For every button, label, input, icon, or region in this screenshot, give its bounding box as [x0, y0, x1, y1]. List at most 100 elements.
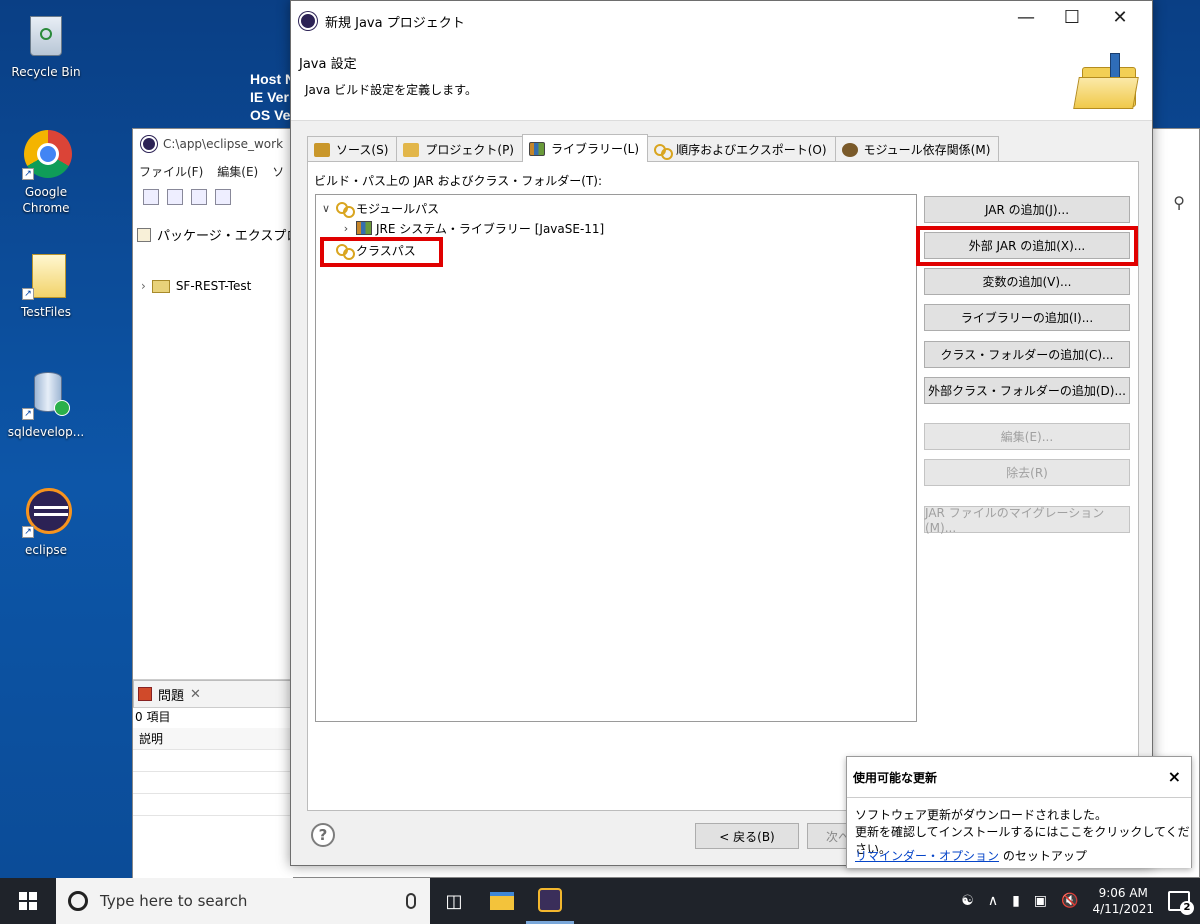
chevron-right-icon[interactable]: ›	[141, 279, 146, 293]
build-path-tabs: ソース(S) プロジェクト(P) ライブラリー(L) 順序およびエクスポート(O…	[307, 134, 1000, 162]
problems-tab-label: 問題	[158, 688, 185, 704]
people-icon[interactable]: ☯	[961, 893, 974, 909]
dialog-header: Java 設定 Java ビルド設定を定義します。	[291, 41, 1152, 121]
tree-item-jre-library[interactable]: › JRE システム・ライブラリー [JavaSE-11]	[340, 219, 604, 237]
desktop-icon-label: sqldevelop...	[7, 425, 85, 439]
dialog-title: 新規 Java プロジェクト	[325, 15, 465, 31]
tab-order-export[interactable]: 順序およびエクスポート(O)	[647, 136, 836, 162]
tab-label: ソース(S)	[336, 143, 389, 157]
remove-button[interactable]: 除去(R)	[924, 459, 1130, 486]
database-icon: ↗	[22, 370, 70, 420]
edit-button[interactable]: 編集(E)...	[924, 423, 1130, 450]
bginfo-line: IE Ver	[250, 89, 289, 105]
save-all-icon[interactable]	[191, 189, 207, 205]
problems-tab[interactable]: 問題 ✕	[133, 680, 294, 708]
menu-file[interactable]: ファイル(F)	[139, 163, 203, 180]
build-path-tree[interactable]: ∨ モジュールパス › JRE システム・ライブラリー [JavaSE-11] …	[315, 194, 917, 722]
add-jar-button[interactable]: JAR の追加(J)...	[924, 196, 1130, 223]
add-variable-button[interactable]: 変数の追加(V)...	[924, 268, 1130, 295]
help-icon[interactable]: ?	[311, 823, 335, 847]
project-folder-icon	[151, 279, 170, 293]
java-project-folder-icon	[1073, 49, 1140, 113]
volume-muted-icon[interactable]: 🔇	[1061, 893, 1078, 909]
tab-module-dependencies[interactable]: モジュール依存関係(M)	[834, 136, 1000, 162]
libraries-panel: ビルド・パス上の JAR およびクラス・フォルダー(T): ∨ モジュールパス …	[307, 161, 1139, 811]
add-library-button[interactable]: ライブラリーの追加(I)...	[924, 304, 1130, 331]
back-button[interactable]: < 戻る(B)	[695, 823, 799, 849]
add-class-folder-button[interactable]: クラス・フォルダーの追加(C)...	[924, 341, 1130, 368]
save-icon[interactable]	[167, 189, 183, 205]
search-icon[interactable]: ⚲	[1173, 193, 1185, 212]
tab-projects[interactable]: プロジェクト(P)	[396, 136, 523, 162]
desktop-icon-eclipse[interactable]: ↗ eclipse	[4, 488, 88, 558]
microphone-icon[interactable]	[406, 893, 416, 909]
menu-source[interactable]: ソ	[272, 163, 284, 180]
build-path-icon	[654, 143, 674, 160]
network-icon[interactable]: ▣	[1034, 893, 1047, 909]
file-explorer-icon[interactable]	[478, 878, 526, 924]
add-external-class-folder-button[interactable]: 外部クラス・フォルダーの追加(D)...	[924, 377, 1130, 404]
tab-libraries[interactable]: ライブラリー(L)	[522, 134, 649, 162]
desktop-icon-recycle-bin[interactable]: Recycle Bin	[4, 10, 88, 80]
chevron-down-icon[interactable]: ∨	[320, 202, 332, 215]
tree-item-module-path[interactable]: ∨ モジュールパス	[320, 199, 439, 218]
package-explorer-icon	[137, 227, 151, 242]
update-notification[interactable]: 使用可能な更新 × ソフトウェア更新がダウンロードされました。 更新を確認してイ…	[846, 756, 1192, 868]
dialog-header-description: Java ビルド設定を定義します。	[305, 83, 477, 97]
chevron-up-icon[interactable]: ∧	[988, 893, 998, 909]
minimize-button[interactable]: —	[1011, 7, 1041, 28]
reminder-suffix: のセットアップ	[999, 849, 1087, 863]
close-icon[interactable]: ×	[1168, 767, 1181, 786]
new-java-project-dialog: 新規 Java プロジェクト — ☐ ✕ Java 設定 Java ビルド設定を…	[290, 0, 1153, 866]
tab-label: 順序およびエクスポート(O)	[676, 143, 827, 157]
desktop-icon-chrome[interactable]: ↗ Google Chrome	[4, 130, 88, 216]
dialog-header-title: Java 設定	[299, 57, 357, 72]
desktop-icon-label: eclipse	[25, 543, 67, 557]
chevron-right-icon[interactable]: ›	[340, 222, 352, 235]
taskbar-search[interactable]: Type here to search	[56, 878, 430, 924]
bginfo-text: Host N IE Ver OS Ve	[250, 70, 295, 124]
taskbar: Type here to search ◫ ☯ ∧ ▮ ▣ 🔇 9:06 AM …	[0, 878, 1200, 924]
close-button[interactable]: ✕	[1105, 7, 1135, 28]
build-path-label: ビルド・パス上の JAR およびクラス・フォルダー(T):	[314, 174, 603, 188]
tree-item-label: JRE システム・ライブラリー [JavaSE-11]	[376, 221, 605, 236]
folder-icon: ↗	[22, 250, 70, 300]
new-icon[interactable]	[143, 189, 159, 205]
module-icon	[841, 142, 858, 157]
menu-edit[interactable]: 編集(E)	[217, 163, 258, 180]
clock-time: 9:06 AM	[1098, 886, 1148, 900]
source-icon	[314, 142, 330, 157]
start-button[interactable]	[0, 878, 56, 924]
shortcut-arrow-icon: ↗	[22, 408, 34, 420]
eclipse-title: C:\app\eclipse_work	[163, 137, 284, 151]
bginfo-line: OS Ve	[250, 107, 291, 123]
desktop-icon-testfiles[interactable]: ↗ TestFiles	[4, 250, 88, 320]
migrate-jar-button[interactable]: JAR ファイルのマイグレーション(M)...	[924, 506, 1130, 535]
clock[interactable]: 9:06 AM 4/11/2021	[1092, 885, 1154, 917]
windows-icon	[19, 892, 37, 910]
close-icon[interactable]: ✕	[190, 687, 201, 702]
library-icon	[356, 221, 372, 235]
package-explorer-tab[interactable]: パッケージ・エクスプロー	[137, 225, 312, 244]
maximize-button[interactable]: ☐	[1057, 7, 1087, 28]
tab-source[interactable]: ソース(S)	[307, 136, 398, 162]
desktop-icon-label: Recycle Bin	[11, 65, 81, 79]
notification-count-badge: 2	[1180, 901, 1194, 915]
search-placeholder: Type here to search	[100, 892, 248, 910]
recycle-bin-icon	[22, 10, 70, 60]
battery-icon[interactable]: ▮	[1012, 893, 1020, 909]
binary-icon[interactable]	[215, 189, 231, 205]
problems-column-header[interactable]: 説明	[133, 728, 293, 750]
desktop-icon-sqldeveloper[interactable]: ↗ sqldevelop...	[4, 370, 88, 440]
bginfo-line: Host N	[250, 71, 296, 87]
problems-count: 0 項目	[135, 710, 171, 724]
project-tree-item[interactable]: › SF-REST-Test	[141, 279, 251, 293]
reminder-options-link[interactable]: リマインダー・オプション	[855, 849, 999, 863]
task-view-icon[interactable]: ◫	[430, 878, 478, 924]
desktop-icon-label: TestFiles	[21, 305, 71, 319]
problems-icon	[138, 687, 152, 701]
problems-empty-row	[133, 772, 293, 794]
highlight-add-external-jar	[916, 226, 1138, 266]
action-center-icon[interactable]: 2	[1168, 891, 1194, 915]
eclipse-taskbar-icon[interactable]	[526, 878, 574, 924]
